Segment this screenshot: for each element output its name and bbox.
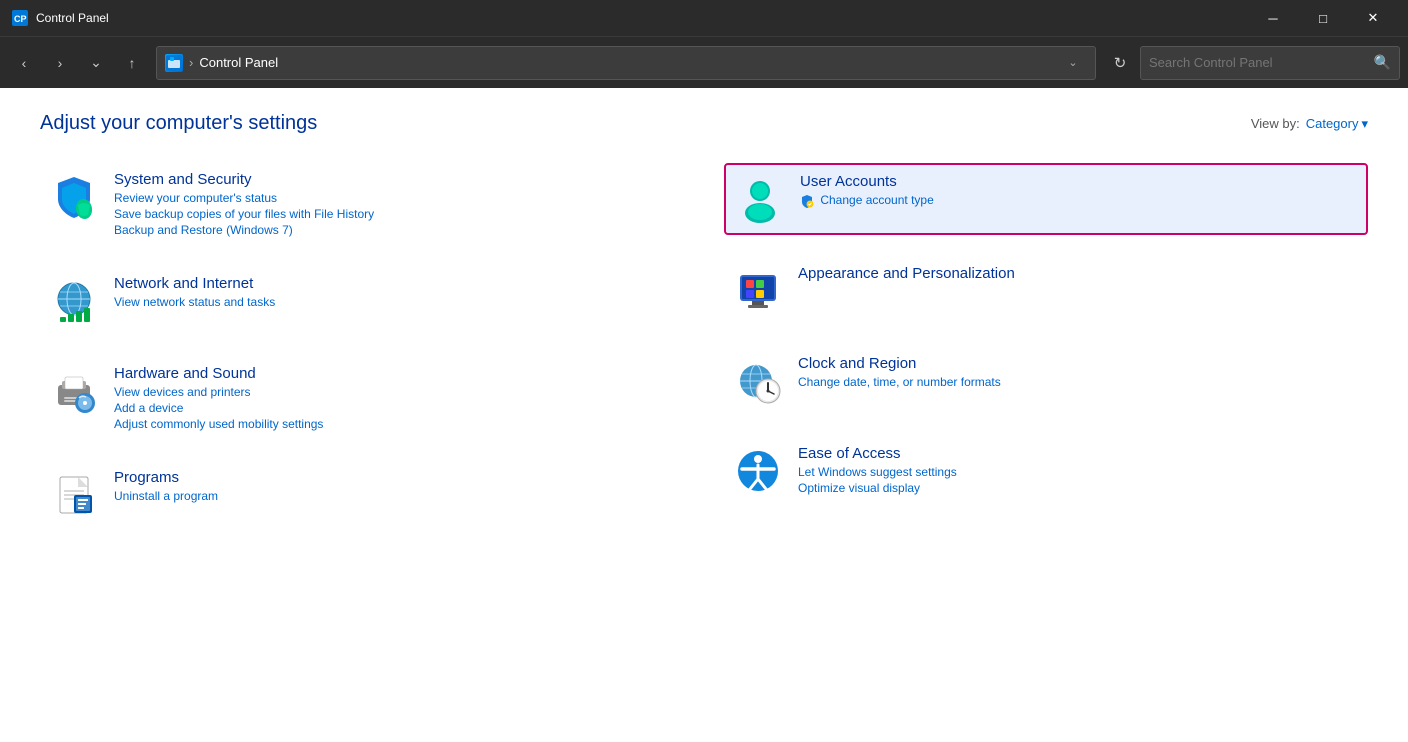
app-icon: CP (12, 10, 28, 26)
view-by-arrow: ▾ (1361, 116, 1368, 132)
user-accounts-icon (734, 173, 786, 225)
view-by-dropdown[interactable]: Category ▾ (1306, 116, 1368, 132)
system-security-text: System and Security Review your computer… (114, 171, 656, 237)
page-header: Adjust your computer's settings View by:… (40, 112, 1368, 135)
category-network[interactable]: Network and Internet View network status… (40, 267, 664, 335)
category-programs[interactable]: Programs Uninstall a program (40, 461, 664, 529)
user-accounts-name[interactable]: User Accounts (800, 173, 1358, 190)
address-bar[interactable]: › Control Panel ⌄ (156, 46, 1096, 80)
network-icon (48, 275, 100, 327)
address-icon (165, 54, 183, 72)
refresh-button[interactable]: ↻ (1104, 47, 1136, 79)
appearance-name[interactable]: Appearance and Personalization (798, 265, 1360, 282)
left-column: System and Security Review your computer… (40, 163, 704, 551)
network-text: Network and Internet View network status… (114, 275, 656, 309)
clock-icon (732, 355, 784, 407)
programs-icon (48, 469, 100, 521)
network-link-1[interactable]: View network status and tasks (114, 295, 656, 309)
main-content: Adjust your computer's settings View by:… (0, 88, 1408, 742)
ease-access-link-1[interactable]: Let Windows suggest settings (798, 465, 1360, 479)
hardware-name[interactable]: Hardware and Sound (114, 365, 656, 382)
address-dropdown-button[interactable]: ⌄ (1059, 49, 1087, 77)
category-hardware[interactable]: Hardware and Sound View devices and prin… (40, 357, 664, 439)
programs-text: Programs Uninstall a program (114, 469, 656, 503)
minimize-button[interactable]: ─ (1250, 0, 1296, 36)
up-button[interactable]: ↑ (116, 47, 148, 79)
svg-text:CP: CP (14, 14, 27, 24)
programs-name[interactable]: Programs (114, 469, 656, 486)
address-text: Control Panel (199, 55, 1053, 70)
category-ease-access[interactable]: Ease of Access Let Windows suggest setti… (724, 437, 1368, 505)
title-bar: CP Control Panel ─ □ ✕ (0, 0, 1408, 36)
system-security-link-3[interactable]: Backup and Restore (Windows 7) (114, 223, 656, 237)
search-button[interactable]: 🔍 (1374, 54, 1391, 71)
hardware-link-1[interactable]: View devices and printers (114, 385, 656, 399)
ease-access-icon (732, 445, 784, 497)
categories-grid: System and Security Review your computer… (40, 163, 1368, 551)
clock-text: Clock and Region Change date, time, or n… (798, 355, 1360, 389)
clock-name[interactable]: Clock and Region (798, 355, 1360, 372)
window-controls: ─ □ ✕ (1250, 0, 1396, 36)
hardware-link-2[interactable]: Add a device (114, 401, 656, 415)
network-name[interactable]: Network and Internet (114, 275, 656, 292)
system-security-link-2[interactable]: Save backup copies of your files with Fi… (114, 207, 656, 221)
category-system-security[interactable]: System and Security Review your computer… (40, 163, 664, 245)
close-button[interactable]: ✕ (1350, 0, 1396, 36)
programs-link-1[interactable]: Uninstall a program (114, 489, 656, 503)
hardware-text: Hardware and Sound View devices and prin… (114, 365, 656, 431)
category-clock[interactable]: Clock and Region Change date, time, or n… (724, 347, 1368, 415)
system-security-icon (48, 171, 100, 223)
maximize-button[interactable]: □ (1300, 0, 1346, 36)
clock-link-1[interactable]: Change date, time, or number formats (798, 375, 1360, 389)
view-by: View by: Category ▾ (1251, 116, 1368, 132)
dropdown-button[interactable]: ⌄ (80, 47, 112, 79)
system-security-name[interactable]: System and Security (114, 171, 656, 188)
hardware-icon (48, 365, 100, 417)
right-column: User Accounts Change account type (704, 163, 1368, 551)
search-box[interactable]: 🔍 (1140, 46, 1400, 80)
user-accounts-link-1[interactable]: Change account type (800, 193, 1358, 208)
system-security-link-1[interactable]: Review your computer's status (114, 191, 656, 205)
ease-access-text: Ease of Access Let Windows suggest setti… (798, 445, 1360, 495)
category-user-accounts[interactable]: User Accounts Change account type (724, 163, 1368, 235)
ease-access-link-2[interactable]: Optimize visual display (798, 481, 1360, 495)
back-button[interactable]: ‹ (8, 47, 40, 79)
ease-access-name[interactable]: Ease of Access (798, 445, 1360, 462)
forward-button[interactable]: › (44, 47, 76, 79)
title-bar-left: CP Control Panel (12, 10, 109, 26)
hardware-link-3[interactable]: Adjust commonly used mobility settings (114, 417, 656, 431)
appearance-text: Appearance and Personalization (798, 265, 1360, 285)
category-appearance[interactable]: Appearance and Personalization (724, 257, 1368, 325)
page-title: Adjust your computer's settings (40, 112, 317, 135)
shield-small-icon (800, 194, 814, 208)
navigation-bar: ‹ › ⌄ ↑ › Control Panel ⌄ ↻ 🔍 (0, 36, 1408, 88)
address-separator: › (189, 55, 193, 70)
window-title: Control Panel (36, 11, 109, 25)
view-by-value-text: Category (1306, 116, 1359, 131)
appearance-icon (732, 265, 784, 317)
user-accounts-text: User Accounts Change account type (800, 173, 1358, 208)
search-input[interactable] (1149, 55, 1368, 70)
view-by-label: View by: (1251, 116, 1300, 131)
